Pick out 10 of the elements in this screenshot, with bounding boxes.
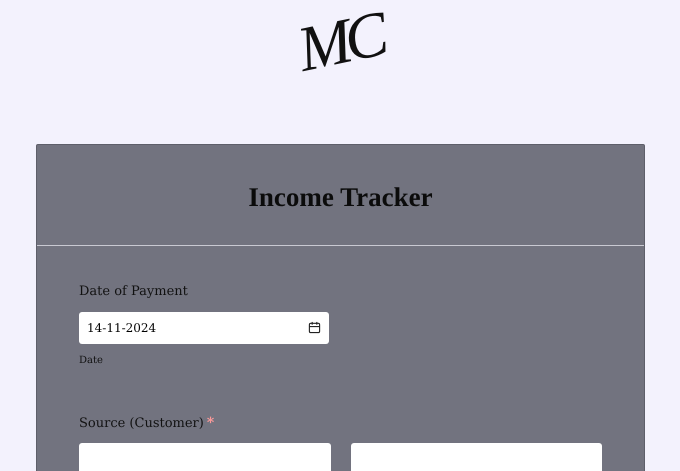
input-field[interactable] [350, 443, 602, 471]
date-field[interactable]: 14-11-2024 [79, 312, 329, 344]
calendar-icon[interactable] [308, 320, 321, 334]
input-field[interactable] [79, 443, 330, 471]
field-label: Source (Customer) [79, 414, 204, 432]
form-title: Income Tracker [248, 180, 433, 214]
required-mark: * [206, 414, 214, 430]
logo: MC [290, 0, 390, 87]
help-text: Date [79, 354, 103, 368]
field-label: Date of Payment [79, 283, 188, 301]
